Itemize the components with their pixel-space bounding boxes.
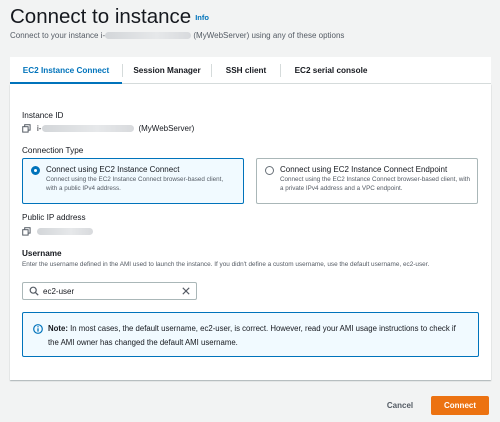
copy-icon[interactable]: [22, 124, 31, 133]
info-alert: Note: In most cases, the default usernam…: [22, 312, 479, 357]
page-title: Connect to instance Info: [10, 5, 209, 29]
instance-id-value: i- (MyWebServer): [22, 124, 194, 133]
username-description: Enter the username defined in the AMI us…: [22, 261, 430, 268]
public-ip-value: [22, 227, 93, 236]
connection-option-description: Connect using the EC2 Instance Connect b…: [46, 176, 224, 192]
cancel-button[interactable]: Cancel: [377, 396, 423, 414]
connection-type-label: Connection Type: [22, 146, 84, 155]
redacted-instance-id: [42, 125, 135, 132]
page-title-text: Connect to instance: [10, 5, 192, 28]
instance-id-prefix: i-: [37, 124, 42, 133]
info-link[interactable]: Info: [195, 13, 209, 22]
alert-message: Note: In most cases, the default usernam…: [48, 322, 468, 350]
connection-option-title: Connect using EC2 Instance Connect Endpo…: [280, 165, 448, 174]
instance-name: (MyWebServer): [138, 124, 195, 133]
radio-unselected[interactable]: [265, 166, 274, 175]
alert-body: In most cases, the default username, ec2…: [48, 324, 456, 347]
tab-ec2-instance-connect[interactable]: EC2 Instance Connect: [10, 57, 122, 85]
connection-method-tabs: EC2 Instance Connect Session Manager SSH…: [10, 57, 491, 85]
radio-selected[interactable]: [31, 166, 40, 175]
ec2-instance-connect-panel: Instance ID i- (MyWebServer) Connection T…: [10, 84, 491, 380]
username-label: Username: [22, 249, 62, 258]
username-search-field[interactable]: [22, 282, 197, 300]
tab-ssh-client[interactable]: SSH client: [212, 57, 280, 84]
connection-option-title: Connect using EC2 Instance Connect: [46, 165, 180, 174]
redacted-public-ip: [37, 228, 93, 235]
clear-icon[interactable]: [182, 287, 190, 295]
connection-option-endpoint[interactable]: Connect using EC2 Instance Connect Endpo…: [256, 158, 478, 204]
page-subtitle: Connect to your instance i- (MyWebServer…: [10, 31, 345, 40]
connection-option-public-ip[interactable]: Connect using EC2 Instance Connect Conne…: [22, 158, 244, 204]
copy-icon[interactable]: [22, 227, 31, 236]
tab-session-manager[interactable]: Session Manager: [123, 57, 211, 84]
connection-option-description: Connect using the EC2 Instance Connect b…: [280, 176, 471, 192]
tab-ec2-serial-console[interactable]: EC2 serial console: [281, 57, 381, 84]
redacted-instance-id: [105, 32, 192, 40]
search-icon: [29, 286, 39, 296]
info-icon: [33, 324, 43, 334]
connect-button[interactable]: Connect: [431, 396, 489, 415]
instance-id-label: Instance ID: [22, 111, 64, 120]
username-input[interactable]: [43, 284, 173, 298]
public-ip-label: Public IP address: [22, 213, 86, 222]
alert-prefix: Note:: [48, 324, 68, 333]
